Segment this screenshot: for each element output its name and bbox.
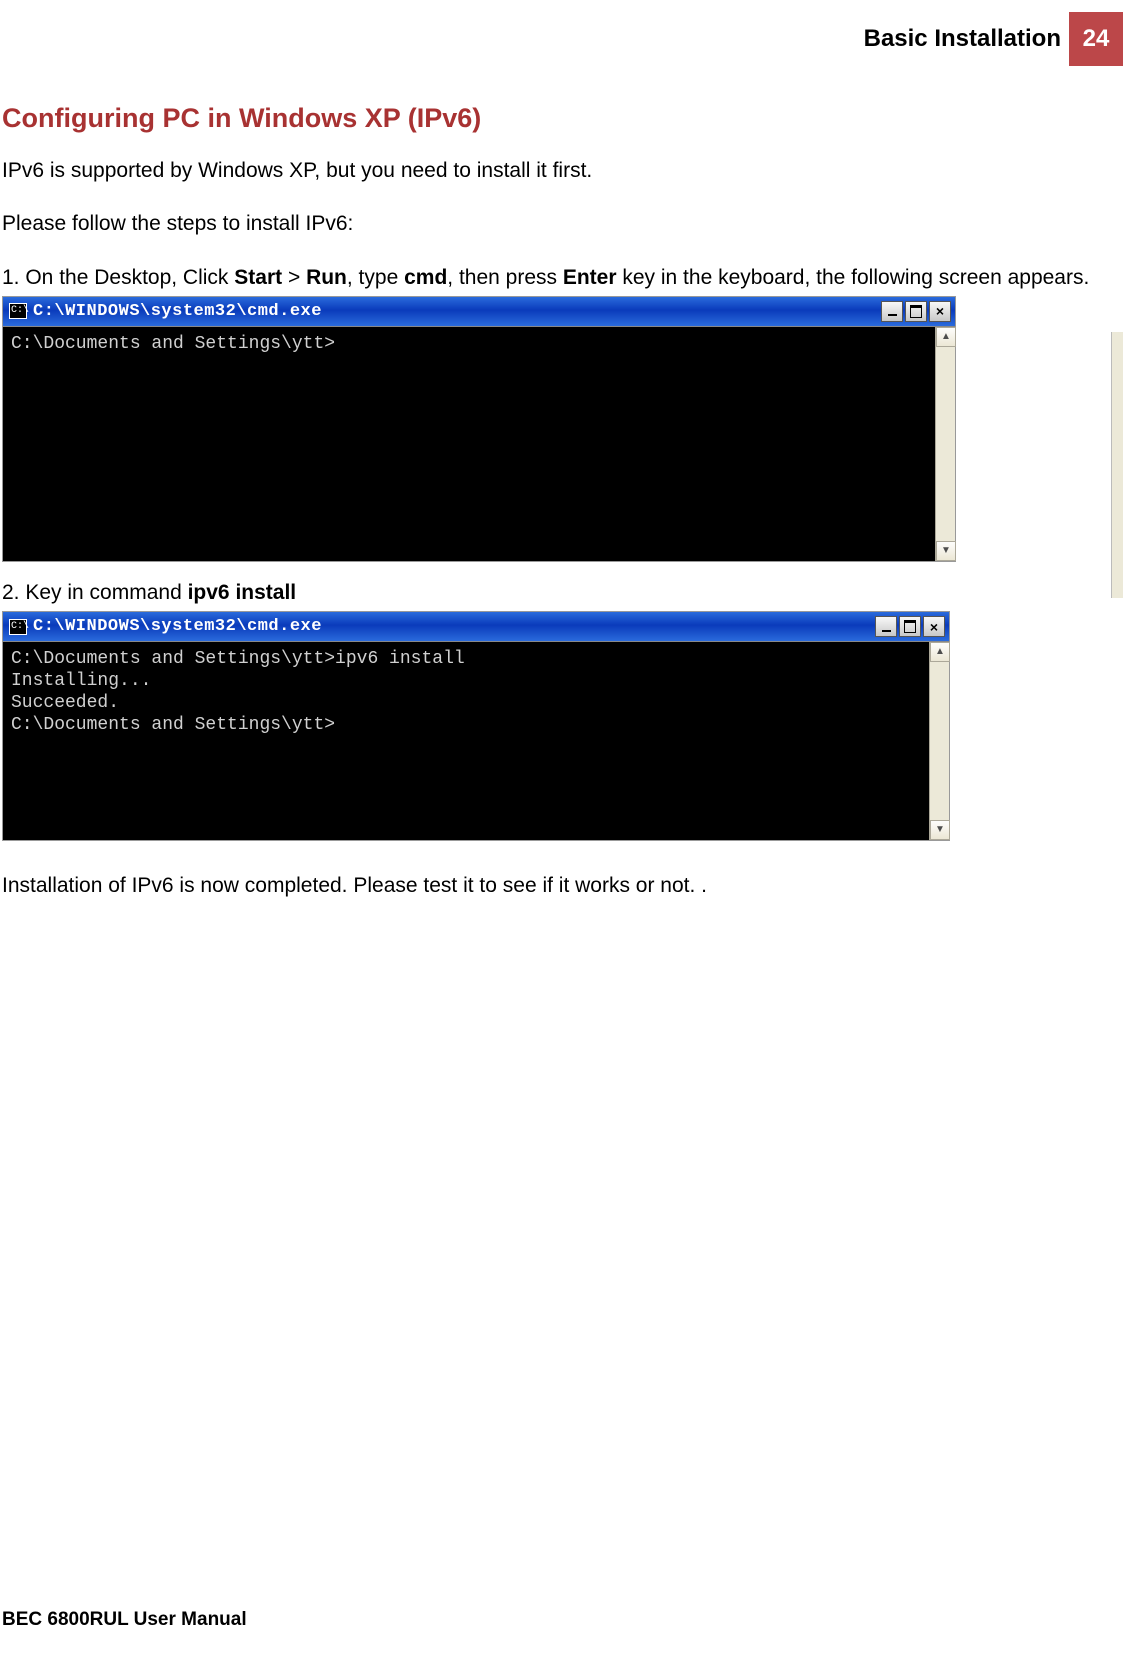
- terminal2-body[interactable]: C:\Documents and Settings\ytt>ipv6 insta…: [3, 642, 949, 840]
- step1-enter: Enter: [563, 266, 617, 289]
- header-section: Basic Installation: [864, 22, 1061, 56]
- step1-prefix: 1. On the Desktop, Click: [2, 266, 234, 289]
- page-number: 24: [1083, 22, 1110, 56]
- terminal1-title: C:\WINDOWS\system32\cmd.exe: [33, 300, 322, 324]
- completion-paragraph: Installation of IPv6 is now completed. P…: [2, 871, 1121, 900]
- scroll-track[interactable]: [936, 347, 955, 541]
- footer-text: BEC 6800RUL User Manual: [2, 1607, 247, 1634]
- terminal-window-2: C:\ C:\WINDOWS\system32\cmd.exe × C:\Doc…: [2, 611, 950, 841]
- terminal2-line-0: C:\Documents and Settings\ytt>ipv6 insta…: [11, 648, 941, 670]
- window-controls-2: ×: [875, 616, 945, 637]
- terminal2-line-4: C:\Documents and Settings\ytt>: [11, 714, 941, 736]
- scroll-up-icon[interactable]: ▲: [936, 327, 956, 347]
- close-button[interactable]: ×: [929, 301, 951, 322]
- page-number-box: 24: [1069, 12, 1123, 66]
- terminal2-line-1: Installing...: [11, 670, 941, 692]
- step1-type: , type: [347, 266, 404, 289]
- minimize-button[interactable]: [875, 616, 897, 637]
- scroll-down-icon[interactable]: ▼: [930, 820, 950, 840]
- titlebar-left-2: C:\ C:\WINDOWS\system32\cmd.exe: [9, 615, 322, 639]
- maximize-button[interactable]: [899, 616, 921, 637]
- minimize-button[interactable]: [881, 301, 903, 322]
- step1-then: , then press: [447, 266, 563, 289]
- scroll-up-icon[interactable]: ▲: [930, 642, 950, 662]
- page-content: Configuring PC in Windows XP (IPv6) IPv6…: [0, 66, 1123, 901]
- page-header: Basic Installation 24: [0, 0, 1123, 66]
- terminal2-title: C:\WINDOWS\system32\cmd.exe: [33, 615, 322, 639]
- intro-paragraph: IPv6 is supported by Windows XP, but you…: [2, 156, 1121, 185]
- terminal1-line-0: C:\Documents and Settings\ytt>: [11, 333, 947, 355]
- maximize-button[interactable]: [905, 301, 927, 322]
- terminal2-line-2: Succeeded.: [11, 692, 941, 714]
- scroll-track[interactable]: [930, 662, 949, 820]
- page-right-strip: [1111, 332, 1123, 598]
- terminal1-body[interactable]: C:\Documents and Settings\ytt>: [3, 327, 955, 561]
- scrollbar-1[interactable]: ▲ ▼: [935, 327, 955, 561]
- step1-suffix: key in the keyboard, the following scree…: [617, 266, 1090, 289]
- cmd-icon: C:\: [9, 619, 27, 635]
- step1-gt: >: [282, 266, 306, 289]
- titlebar-2[interactable]: C:\ C:\WINDOWS\system32\cmd.exe ×: [3, 612, 949, 642]
- window-controls-1: ×: [881, 301, 951, 322]
- step1-run: Run: [306, 266, 347, 289]
- titlebar-left-1: C:\ C:\WINDOWS\system32\cmd.exe: [9, 300, 322, 324]
- step1-cmd: cmd: [404, 266, 447, 289]
- terminal-window-1: C:\ C:\WINDOWS\system32\cmd.exe × C:\Doc…: [2, 296, 956, 562]
- close-button[interactable]: ×: [923, 616, 945, 637]
- step2-command: ipv6 install: [188, 581, 297, 604]
- step2-prefix: 2. Key in command: [2, 581, 188, 604]
- scroll-down-icon[interactable]: ▼: [936, 541, 956, 561]
- scrollbar-2[interactable]: ▲ ▼: [929, 642, 949, 840]
- titlebar-1[interactable]: C:\ C:\WINDOWS\system32\cmd.exe ×: [3, 297, 955, 327]
- cmd-icon: C:\: [9, 303, 27, 319]
- section-title: Configuring PC in Windows XP (IPv6): [2, 100, 1121, 138]
- step-2: 2. Key in command ipv6 install: [2, 578, 1121, 607]
- step-1: 1. On the Desktop, Click Start > Run, ty…: [2, 263, 1121, 292]
- step1-start: Start: [234, 266, 282, 289]
- please-follow: Please follow the steps to install IPv6:: [2, 209, 1121, 238]
